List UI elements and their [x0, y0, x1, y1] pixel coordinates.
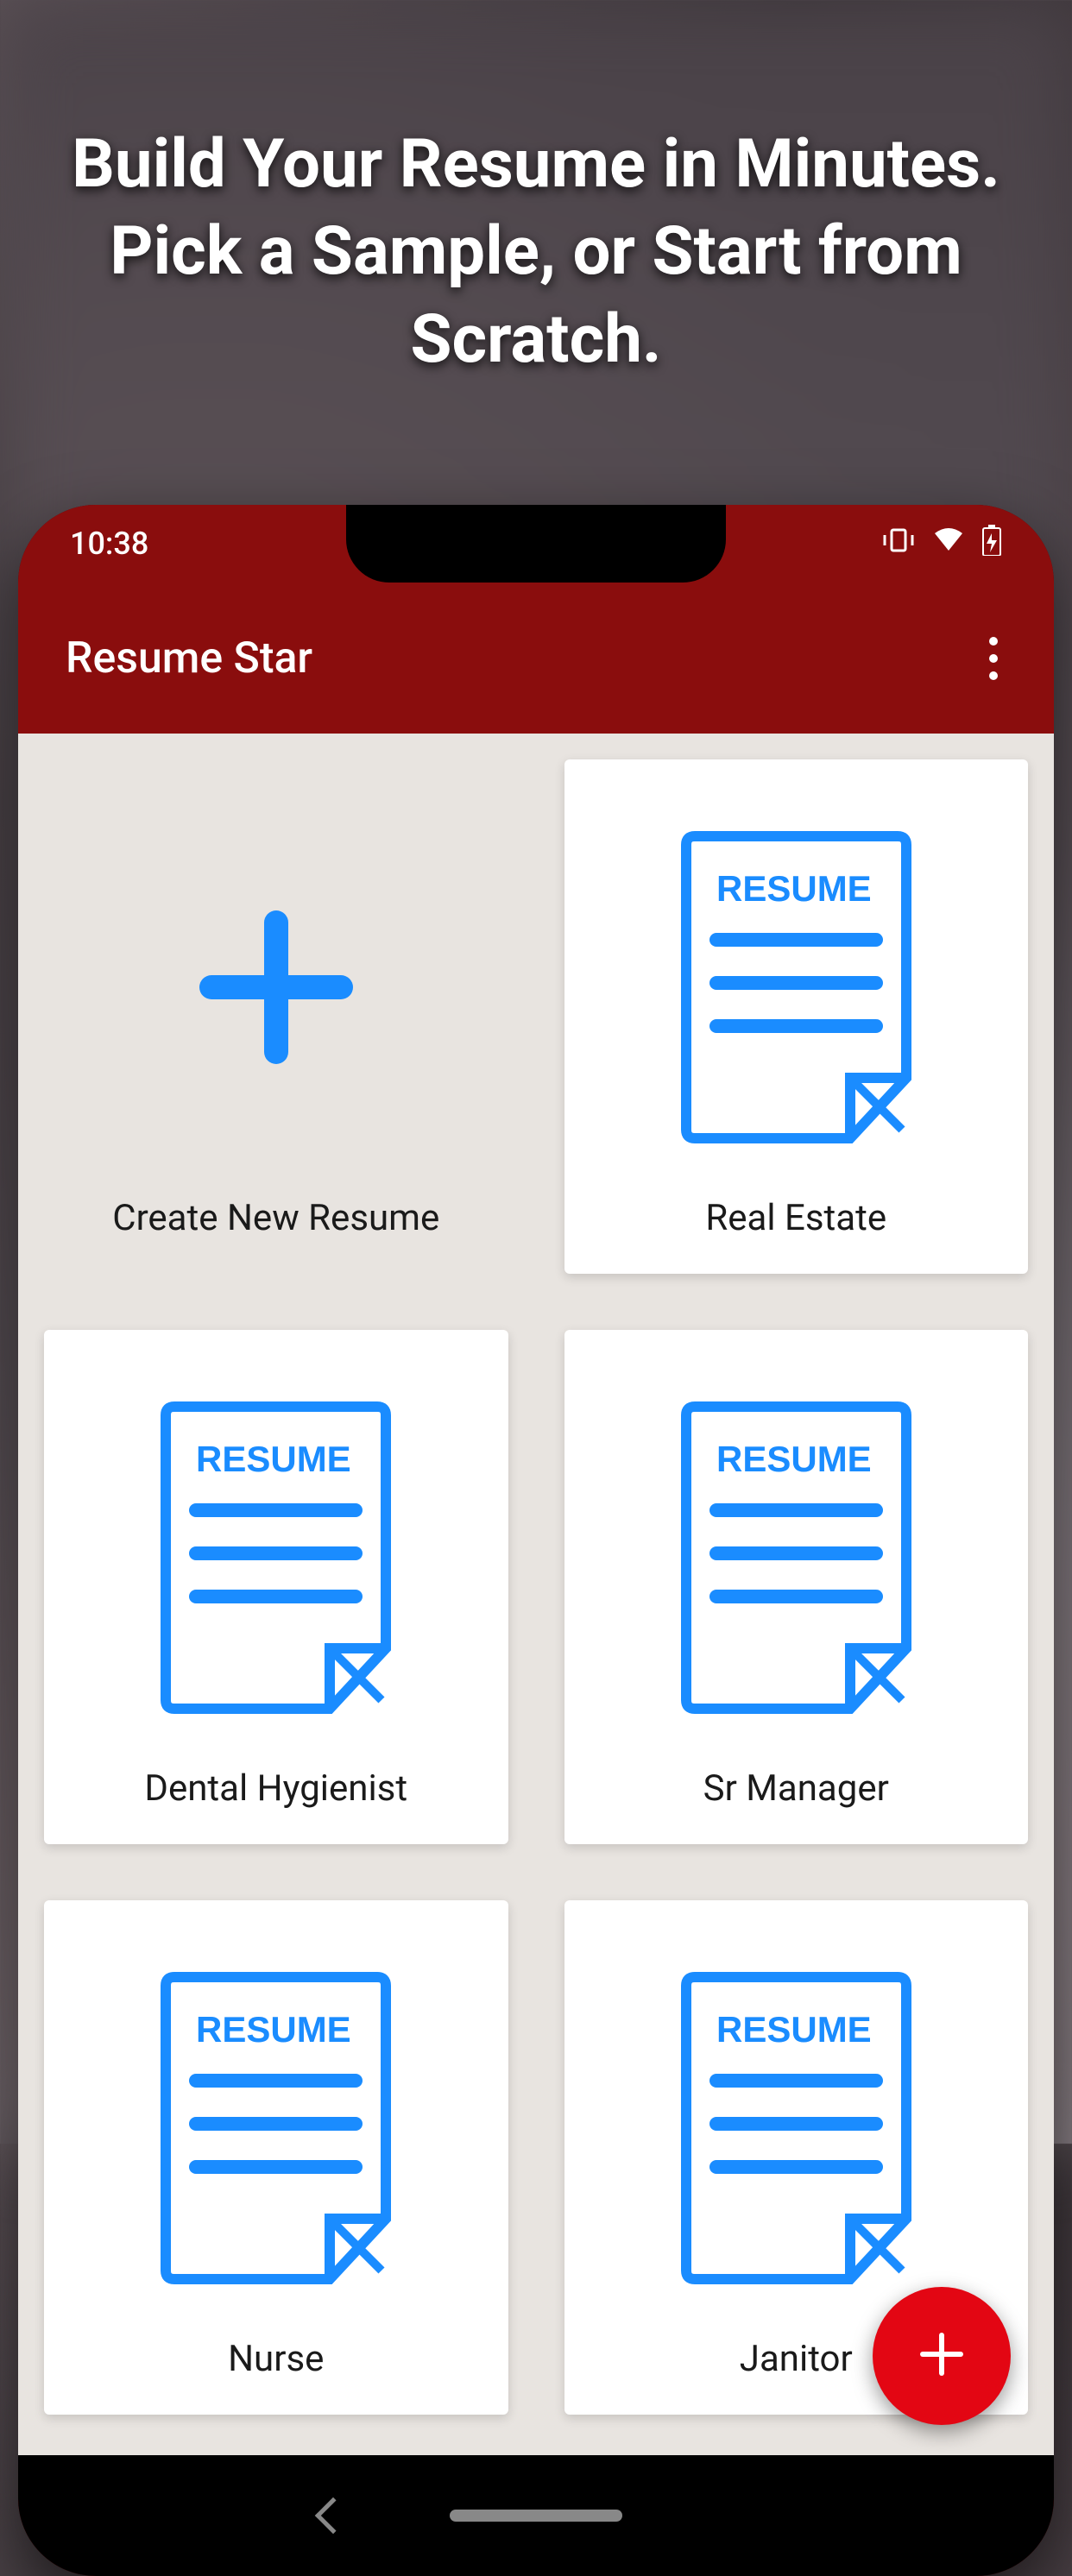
- app-bar: Resume Star: [18, 583, 1054, 734]
- resume-document-icon: RESUME: [678, 1968, 915, 2291]
- vibrate-icon: [881, 526, 916, 562]
- card-icon-area: RESUME: [157, 1369, 394, 1750]
- sample-resume-card-real-estate[interactable]: RESUME Real Estate: [564, 759, 1029, 1274]
- svg-text:RESUME: RESUME: [196, 1439, 351, 1479]
- app-title: Resume Star: [66, 633, 312, 683]
- nav-home-pill[interactable]: [450, 2510, 622, 2522]
- status-icons: [881, 525, 1002, 564]
- card-icon-area: RESUME: [157, 1939, 394, 2321]
- card-icon-area: RESUME: [678, 1939, 915, 2321]
- resume-document-icon: RESUME: [157, 1968, 394, 2291]
- create-new-resume-card[interactable]: Create New Resume: [44, 759, 508, 1274]
- phone-notch: [346, 505, 726, 583]
- card-label: Create New Resume: [112, 1197, 439, 1239]
- fab-add-button[interactable]: [873, 2287, 1011, 2425]
- card-icon-area: [186, 798, 367, 1180]
- card-label: Sr Manager: [703, 1767, 889, 1810]
- card-icon-area: RESUME: [678, 1369, 915, 1750]
- sample-resume-card-sr-manager[interactable]: RESUME Sr Manager: [564, 1330, 1029, 1844]
- overflow-dot-icon: [989, 671, 998, 680]
- phone-frame: 10:38: [18, 505, 1054, 2576]
- sample-resume-card-dental-hygienist[interactable]: RESUME Dental Hygienist: [44, 1330, 508, 1844]
- battery-icon: [981, 525, 1002, 564]
- resume-document-icon: RESUME: [678, 1398, 915, 1721]
- hero-headline: Build Your Resume in Minutes. Pick a Sam…: [61, 121, 1011, 383]
- svg-text:RESUME: RESUME: [716, 868, 872, 909]
- card-label: Nurse: [228, 2338, 324, 2380]
- card-label: Real Estate: [705, 1197, 886, 1239]
- sample-resume-card-nurse[interactable]: RESUME Nurse: [44, 1900, 508, 2415]
- svg-text:RESUME: RESUME: [716, 1439, 872, 1479]
- status-time: 10:38: [70, 526, 148, 562]
- overflow-dot-icon: [989, 654, 998, 663]
- overflow-dot-icon: [989, 637, 998, 646]
- phone-screen: 10:38: [18, 505, 1054, 2576]
- nav-back-button[interactable]: [315, 2497, 351, 2534]
- plus-icon: [186, 897, 367, 1081]
- card-icon-area: RESUME: [678, 798, 915, 1180]
- resume-document-icon: RESUME: [678, 828, 915, 1150]
- navigation-bar: [18, 2455, 1054, 2576]
- overflow-menu-button[interactable]: [972, 637, 1015, 680]
- svg-text:RESUME: RESUME: [196, 2009, 351, 2050]
- svg-text:RESUME: RESUME: [716, 2009, 872, 2050]
- card-label: Dental Hygienist: [144, 1767, 407, 1810]
- resume-document-icon: RESUME: [157, 1398, 394, 1721]
- wifi-icon: [931, 526, 966, 562]
- resume-grid[interactable]: Create New Resume RESUME: [18, 734, 1054, 2455]
- card-label: Janitor: [740, 2338, 853, 2380]
- plus-icon: [916, 2328, 968, 2384]
